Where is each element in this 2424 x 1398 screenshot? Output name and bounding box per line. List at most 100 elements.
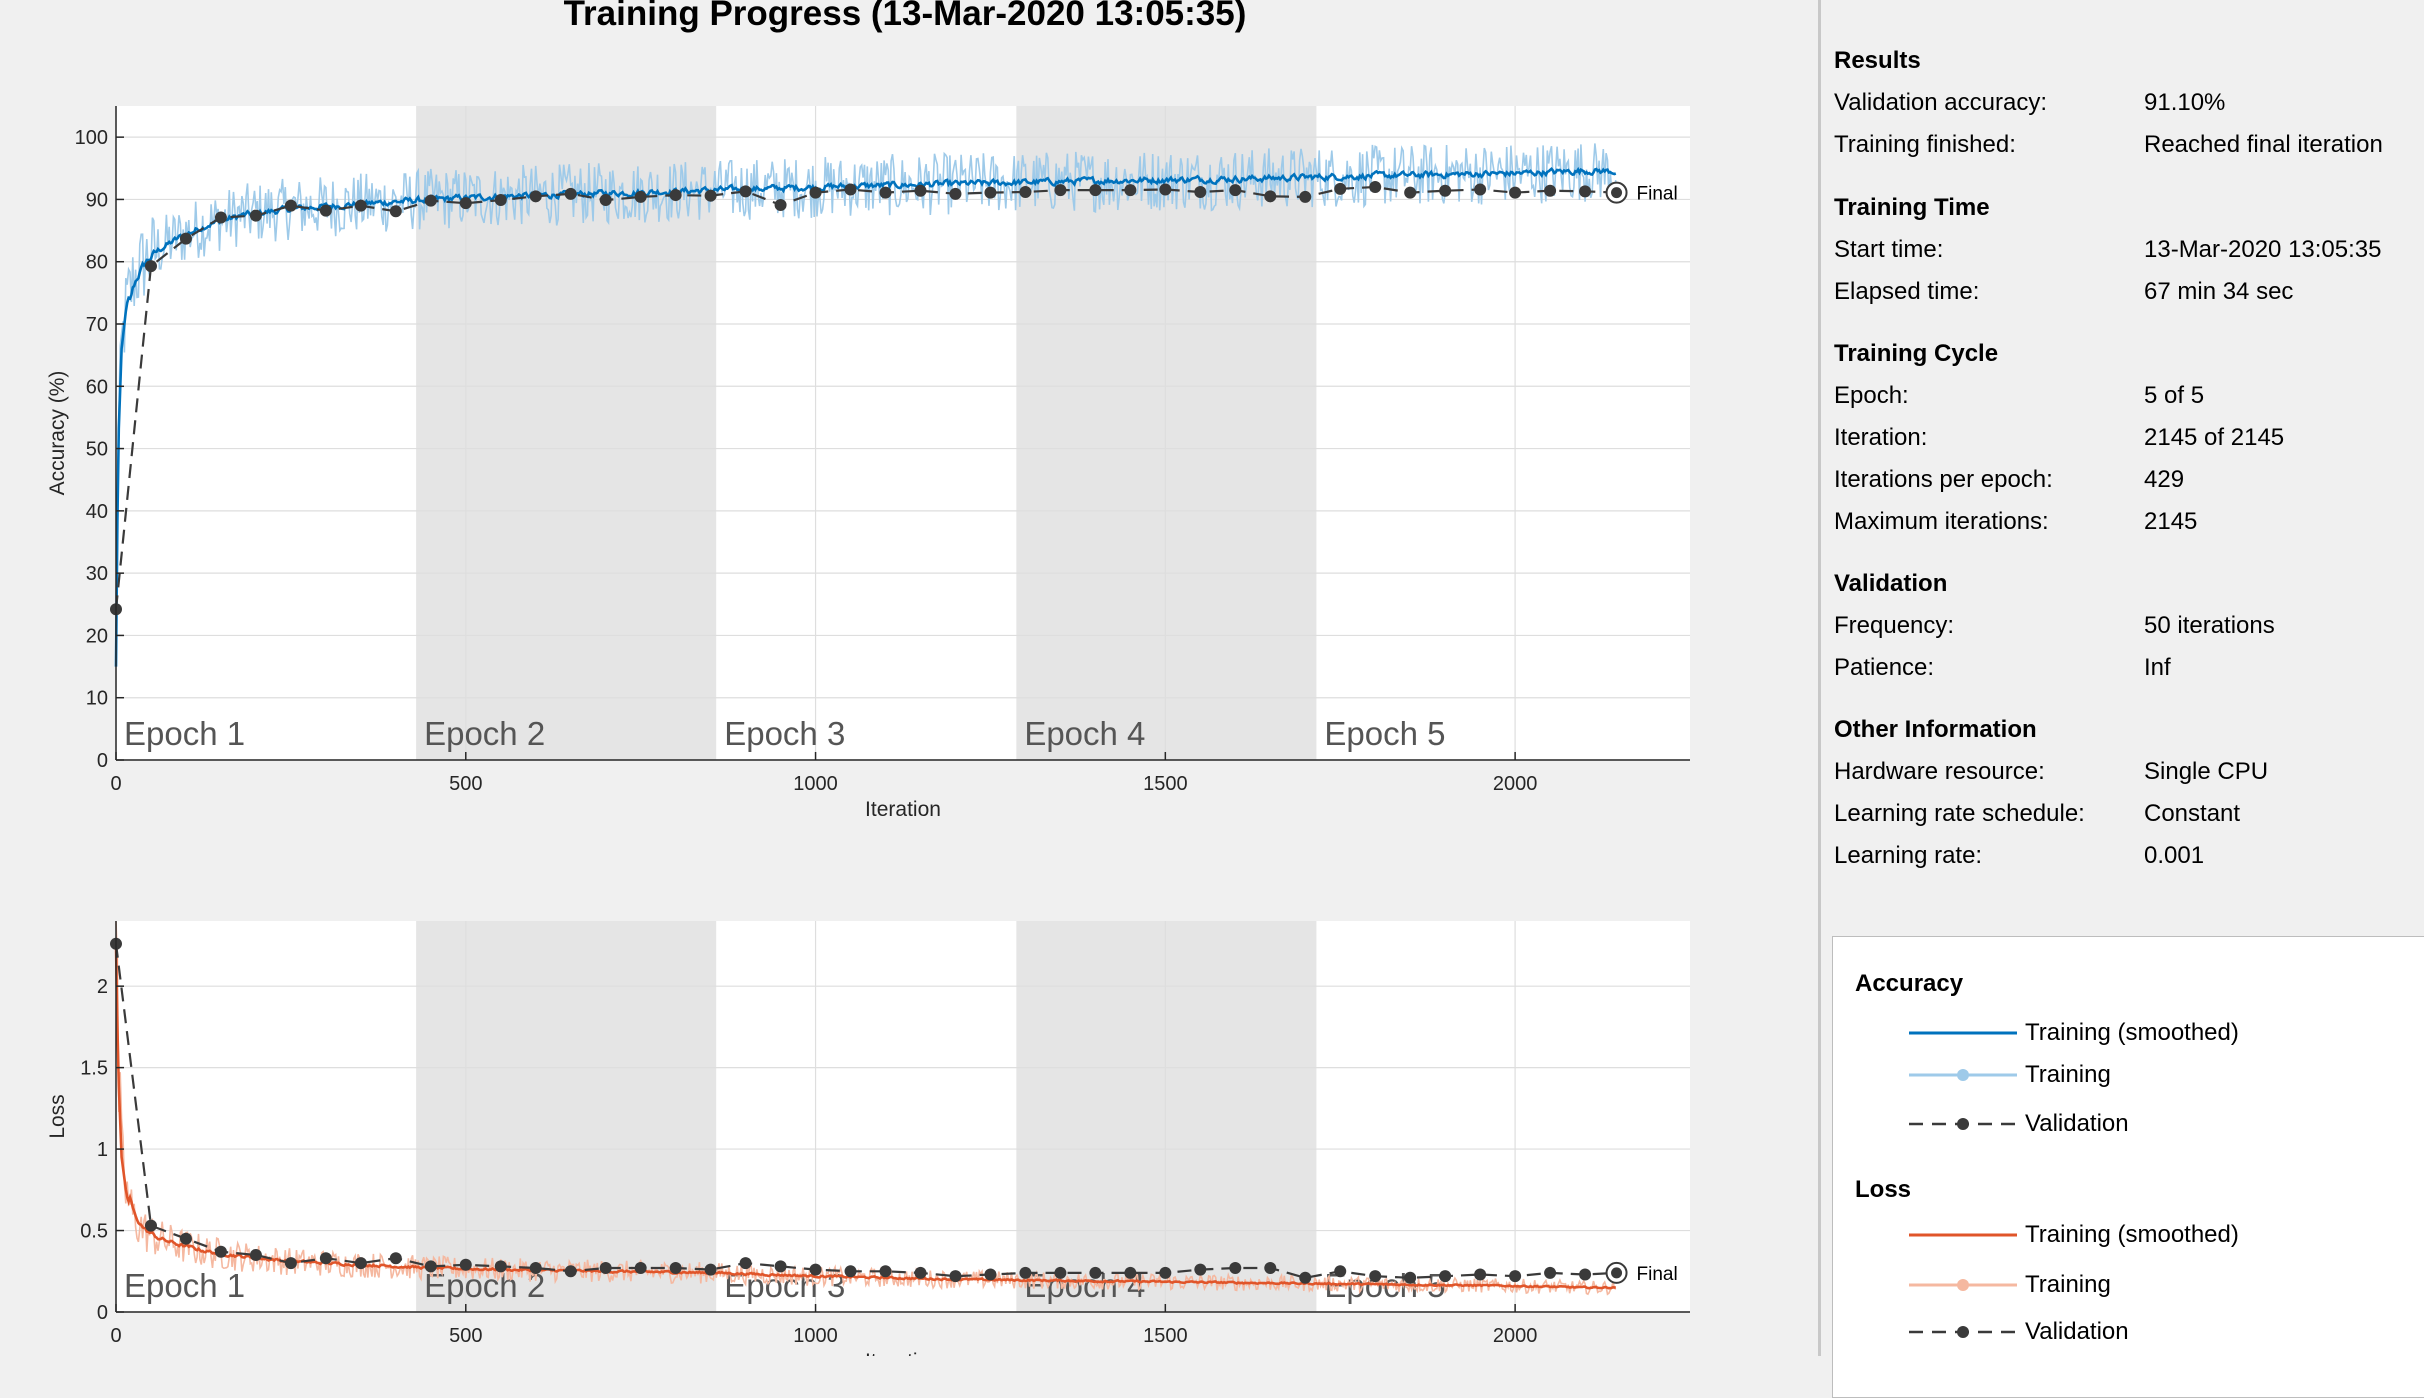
validation-line-icon: [1909, 1118, 2017, 1130]
validation-point: [1334, 182, 1347, 195]
epoch-label: Epoch 2: [424, 715, 545, 752]
y-tick-label: 2: [97, 976, 108, 998]
x-tick-label: 2000: [1493, 1325, 1538, 1347]
info-key: Learning rate schedule:: [1834, 800, 2085, 827]
validation-point: [669, 1262, 682, 1275]
validation-point: [529, 190, 542, 203]
y-tick-label: 50: [86, 439, 108, 461]
info-value: Reached final iteration: [2144, 131, 2383, 158]
info-value: Constant: [2144, 800, 2241, 827]
validation-point: [144, 1219, 157, 1232]
validation-point: [284, 199, 297, 212]
info-key: Patience:: [1834, 654, 1935, 681]
info-key: Frequency:: [1834, 612, 1955, 639]
validation-point: [564, 187, 577, 200]
epoch-label: Epoch 4: [1024, 715, 1145, 752]
validation-point: [319, 204, 332, 217]
info-key: Epoch:: [1834, 382, 1909, 409]
validation-point: [774, 1260, 787, 1273]
validation-point: [844, 183, 857, 196]
info-row: Patience: Inf: [1834, 654, 2424, 684]
final-marker-dot: [1611, 1267, 1623, 1279]
x-axis-label: Iteration: [865, 1350, 941, 1356]
info-value: 13-Mar-2020 13:05:35: [2144, 236, 2382, 263]
smoothed-line-icon: [1909, 1031, 2017, 1035]
info-value: 2145: [2144, 508, 2198, 535]
y-tick-label: 40: [86, 501, 108, 523]
legend-label: Training (smoothed): [2025, 1019, 2239, 1046]
info-row: Iteration: 2145 of 2145: [1834, 424, 2424, 454]
validation-point: [354, 199, 367, 212]
validation-point: [599, 1262, 612, 1275]
info-value: 50 iterations: [2144, 612, 2275, 639]
validation-point: [1439, 1270, 1452, 1283]
validation-point: [144, 260, 157, 273]
validation-point: [1089, 1266, 1102, 1279]
info-value: Inf: [2144, 654, 2171, 681]
y-tick-label: 70: [86, 314, 108, 336]
validation-point: [634, 1262, 647, 1275]
section-title-training-cycle: Training Cycle: [1834, 340, 1999, 367]
legend-box: Accuracy Training (smoothed) Training Va…: [1832, 936, 2424, 1398]
plot-background: [116, 921, 1690, 1312]
x-tick-label: 2000: [1493, 773, 1538, 795]
epoch-shade: [1016, 106, 1317, 760]
x-tick-label: 500: [449, 773, 482, 795]
info-row: Maximum iterations: 2145: [1834, 508, 2424, 538]
info-row: Learning rate schedule: Constant: [1834, 800, 2424, 830]
info-row: Iterations per epoch: 429: [1834, 466, 2424, 496]
validation-point: [1299, 190, 1312, 203]
validation-point: [389, 205, 402, 218]
epoch-label: Epoch 1: [124, 715, 245, 752]
validation-point: [1264, 1262, 1277, 1275]
y-tick-label: 1.5: [80, 1058, 108, 1080]
validation-point: [1544, 184, 1557, 197]
section-title-training-time: Training Time: [1834, 194, 1990, 221]
validation-point: [1194, 185, 1207, 198]
section-title-results: Results: [1834, 47, 1921, 74]
validation-point: [1159, 183, 1172, 196]
validation-point: [704, 189, 717, 202]
validation-point: [284, 1257, 297, 1270]
info-row: Epoch: 5 of 5: [1834, 382, 2424, 412]
validation-point: [1474, 1268, 1487, 1281]
validation-point: [1299, 1271, 1312, 1284]
info-key: Iterations per epoch:: [1834, 466, 2053, 493]
legend-loss-validation: Validation: [1909, 1312, 2389, 1352]
validation-point: [1439, 184, 1452, 197]
info-value: 2145 of 2145: [2144, 424, 2285, 451]
validation-point: [739, 1257, 752, 1270]
info-row: Elapsed time: 67 min 34 sec: [1834, 278, 2424, 308]
validation-point: [529, 1262, 542, 1275]
y-tick-label: 0.5: [80, 1221, 108, 1243]
x-tick-label: 1000: [793, 1325, 838, 1347]
validation-point: [1509, 186, 1522, 199]
validation-point: [1369, 1270, 1382, 1283]
validation-point: [1159, 1266, 1172, 1279]
validation-point: [704, 1263, 717, 1276]
validation-point: [949, 187, 962, 200]
validation-point: [914, 1266, 927, 1279]
validation-point: [249, 209, 262, 222]
validation-point: [424, 194, 437, 207]
legend-loss-smoothed: Training (smoothed): [1909, 1215, 2389, 1255]
validation-line-icon: [1909, 1326, 2017, 1338]
info-value: 429: [2144, 466, 2185, 493]
legend-label: Training: [2025, 1061, 2111, 1088]
y-tick-label: 20: [86, 625, 108, 647]
legend-label: Training (smoothed): [2025, 1221, 2239, 1248]
training-line-icon: [1909, 1279, 2017, 1291]
epoch-shade: [416, 921, 717, 1312]
validation-point: [1369, 180, 1382, 193]
info-row: Hardware resource: Single CPU: [1834, 758, 2424, 788]
validation-point: [1474, 183, 1487, 196]
legend-acc-training: Training: [1909, 1055, 2389, 1095]
validation-point: [214, 211, 227, 224]
panel-divider[interactable]: [1818, 0, 1821, 1356]
legend-label: Validation: [2025, 1110, 2129, 1137]
validation-point: [249, 1248, 262, 1261]
final-marker-dot: [1611, 187, 1623, 199]
y-tick-label: 80: [86, 252, 108, 274]
validation-point: [1264, 190, 1277, 203]
x-axis-label: Iteration: [865, 798, 941, 821]
